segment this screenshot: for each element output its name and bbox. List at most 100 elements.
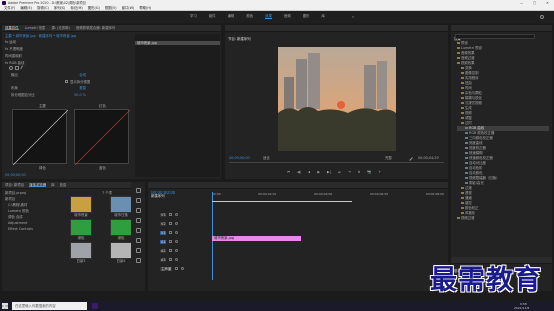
effect-opacity[interactable]: fx 不透明度 — [5, 47, 130, 51]
close-button[interactable]: ✕ — [546, 1, 549, 5]
maximize-button[interactable]: □ — [533, 1, 536, 5]
mute-icon[interactable] — [169, 240, 173, 243]
transport-button[interactable]: ⏭ — [338, 170, 341, 174]
tab-audio-clip-mixer[interactable]: 音频剪辑混合器: 新建序列 — [76, 26, 116, 30]
mute-icon[interactable] — [169, 249, 173, 252]
program-scrub-bar[interactable] — [229, 162, 444, 163]
mute-icon[interactable] — [169, 258, 173, 261]
effects-search-input[interactable] — [455, 34, 535, 39]
effect-rgb-curves[interactable]: fx RGB 曲线 — [5, 61, 130, 65]
pen-tool-icon[interactable] — [135, 238, 141, 243]
timeline-clip[interactable]: 城市夜景.jpg — [212, 236, 301, 241]
eye-icon[interactable] — [175, 213, 179, 216]
workspace-tab[interactable]: 库 — [321, 14, 324, 19]
mask-pen-icon[interactable] — [20, 65, 26, 71]
lock-icon[interactable] — [169, 231, 173, 234]
razor-tool-icon[interactable] — [135, 218, 141, 223]
tab-lumetri-scopes[interactable]: Lumetri 范围 — [25, 26, 46, 30]
effect-time-remap[interactable]: 时间重映射 — [5, 54, 130, 58]
timeline-timecode[interactable]: 00;00;00;00 — [151, 191, 175, 195]
timeline-ruler[interactable]: 00;00 00;00;02;00 00;00;04;00 00;00;06;00 00… — [212, 192, 444, 198]
effect-motion[interactable]: fx 运动 — [5, 40, 130, 44]
more-workspaces-icon[interactable]: » — [352, 15, 354, 19]
hand-tool-icon[interactable] — [135, 248, 141, 253]
workspace-tab[interactable]: 学习 — [190, 14, 197, 19]
type-tool-icon[interactable] — [135, 258, 141, 263]
transport-button[interactable]: ⇥ — [348, 170, 351, 174]
transport-button[interactable]: 📷 — [367, 170, 371, 174]
premiere-taskbar-icon[interactable] — [92, 303, 98, 309]
search-icon[interactable] — [540, 15, 544, 19]
project-tree-item[interactable]: Adjustment — [5, 221, 65, 225]
workspace-tab[interactable]: 编辑 — [228, 14, 235, 19]
tab-media-browser[interactable]: 媒体浏览器 — [29, 183, 47, 187]
track-label[interactable]: A3 — [160, 257, 167, 262]
wrench-icon[interactable] — [407, 155, 413, 161]
menu-item[interactable]: 文件(F) — [4, 6, 15, 10]
lock-icon[interactable] — [169, 213, 173, 216]
effects-tree-item[interactable]: 视频过渡 — [457, 216, 549, 221]
workspace-tab[interactable]: 组件 — [209, 14, 216, 19]
menu-item[interactable]: 标记(M) — [70, 6, 82, 10]
menu-item[interactable]: 窗口(W) — [122, 6, 135, 10]
tab-effect-controls[interactable]: 效果控件 — [5, 26, 19, 30]
mini-timeline-clip[interactable]: 城市夜景.jpg — [135, 41, 220, 45]
output-select[interactable]: 合成 — [79, 73, 86, 77]
transport-button[interactable]: ⧉ — [358, 170, 360, 174]
tab-info[interactable]: 信息 — [60, 183, 67, 187]
taskbar-date[interactable]: 2021/11/6 — [514, 306, 529, 310]
workspace-tab[interactable]: 音频 — [284, 14, 291, 19]
bin-item[interactable]: 绿色 — [66, 219, 96, 240]
menu-item[interactable]: 视图(V) — [105, 6, 117, 10]
taskbar-search-input[interactable]: 在这里输入你要搜索的内容 — [12, 302, 87, 310]
transport-button[interactable]: ▶ — [317, 170, 320, 174]
menu-item[interactable]: 图形(G) — [88, 6, 100, 10]
project-tree-item[interactable]: Effect Controls — [5, 227, 65, 231]
transport-button[interactable]: ◀| — [297, 170, 301, 174]
eye-icon[interactable] — [175, 222, 179, 225]
transport-button[interactable]: ⏮ — [287, 170, 290, 174]
eye-icon[interactable] — [175, 231, 179, 234]
track-label[interactable]: A2 — [160, 248, 167, 253]
quality-select[interactable]: 完整 — [385, 156, 392, 160]
workspace-tab[interactable]: 效果 — [265, 14, 272, 19]
project-tree-item[interactable]: Lumetri 颜色 — [5, 209, 65, 213]
menu-item[interactable]: 编辑(E) — [20, 6, 32, 10]
split-percent-value[interactable]: 50.0 % — [74, 93, 86, 97]
transport-button[interactable]: + — [378, 170, 381, 174]
workspace-tab[interactable]: 颜色 — [246, 14, 253, 19]
mute-icon[interactable] — [175, 267, 179, 270]
menu-item[interactable]: 剪辑(C) — [37, 6, 49, 10]
lock-icon[interactable] — [169, 222, 173, 225]
red-curve-graph[interactable] — [74, 109, 131, 166]
track-label[interactable]: 主声道 — [160, 266, 173, 271]
program-timecode-right[interactable]: 00;00;04;29 — [418, 156, 439, 160]
program-timecode-left[interactable]: 00;00;00;00 — [229, 156, 250, 160]
effect-controls-timecode[interactable]: 00;00;00;00 — [5, 173, 26, 177]
fit-select[interactable]: 适合 — [263, 156, 270, 160]
solo-icon[interactable] — [175, 249, 179, 252]
project-tree-item[interactable]: 新项目 — [5, 197, 65, 201]
mask-ellipse-icon[interactable] — [9, 66, 13, 70]
project-tree-item[interactable]: C:\教程\素材 — [5, 203, 65, 207]
work-area-bar[interactable] — [212, 201, 352, 202]
start-button[interactable] — [2, 303, 8, 309]
ripple-edit-tool-icon[interactable] — [135, 208, 141, 213]
split-view-checkbox[interactable] — [65, 80, 68, 83]
track-label[interactable]: V1 — [160, 230, 167, 235]
transport-button[interactable]: ◀ — [308, 170, 311, 174]
master-curve-graph[interactable] — [12, 109, 69, 166]
menu-item[interactable]: 序列(S) — [54, 6, 66, 10]
minimize-button[interactable]: — — [520, 1, 523, 5]
project-tree-item[interactable]: 调色 合成 — [5, 215, 65, 219]
bin-item[interactable]: 城市夜景 — [66, 196, 96, 217]
bin-item[interactable]: 白景3 — [66, 242, 96, 263]
mask-rect-icon[interactable] — [15, 66, 19, 70]
track-label[interactable]: A1 — [160, 239, 167, 244]
menu-item[interactable]: 帮助(H) — [139, 6, 151, 10]
slip-tool-icon[interactable] — [135, 228, 141, 233]
solo-icon[interactable] — [175, 258, 179, 261]
workspace-tab[interactable]: 图形 — [303, 14, 310, 19]
layout-select[interactable]: 垂直 — [79, 86, 86, 90]
transport-button[interactable]: ▶| — [327, 170, 331, 174]
